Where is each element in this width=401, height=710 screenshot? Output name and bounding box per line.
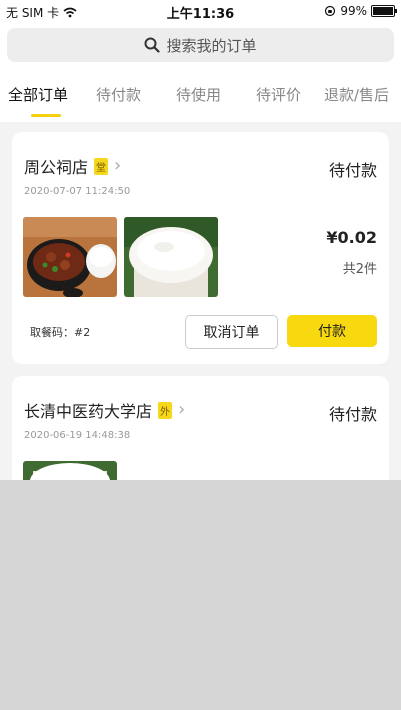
order-tabs: 全部订单 待付款 待使用 待评价 退款/售后 [0,78,401,122]
cancel-order-button[interactable]: 取消订单 [185,315,278,349]
order-time: 2020-07-07 11:24:50 [24,186,131,197]
order-list: 周公祠店 堂 › 待付款 2020-07-07 11:24:50 ¥0.02 共… [0,122,401,480]
search-placeholder: 搜索我的订单 [166,36,257,55]
battery-tip [395,9,397,13]
battery-percent: 99% [340,4,367,18]
order-time: 2020-06-19 14:48:38 [24,430,131,441]
battery-fill [373,7,393,15]
dine-in-tag: 堂 [94,157,109,175]
order-card[interactable]: 周公祠店 堂 › 待付款 2020-07-07 11:24:50 ¥0.02 共… [12,132,389,364]
delivery-tag: 外 [158,401,173,419]
chevron-right-icon: › [114,155,122,176]
order-card[interactable]: 长清中医药大学店 外 › 待付款 2020-06-19 14:48:38 [12,376,389,480]
food-image-rice[interactable] [23,461,117,480]
tab-to-use[interactable]: 待使用 [176,84,221,105]
pickup-code: 取餐码：#2 [30,326,91,339]
orientation-lock-icon [325,5,336,17]
store-name: 周公祠店 [24,158,89,177]
pay-button[interactable]: 付款 [287,315,377,347]
food-image-rice[interactable] [124,217,218,297]
store-row[interactable]: 周公祠店 堂 › [24,154,121,178]
active-tab-indicator [31,114,61,117]
chevron-right-icon: › [178,399,186,420]
item-count: 共2件 [342,262,377,277]
status-bar: 无 SIM 卡 上午11:36 99% [0,0,401,22]
store-name: 长清中医药大学店 [24,402,153,421]
search-input[interactable]: 搜索我的订单 [7,28,394,62]
tab-all-orders[interactable]: 全部订单 [8,84,68,105]
search-icon [144,37,161,53]
store-row[interactable]: 长清中医药大学店 外 › [24,398,185,422]
tab-to-review[interactable]: 待评价 [256,84,301,105]
battery-icon [371,5,397,17]
tab-refund-after-sale[interactable]: 退款/售后 [324,84,389,105]
tab-pending-payment[interactable]: 待付款 [96,84,141,105]
status-right: 99% [324,4,397,18]
order-price: ¥0.02 [326,228,377,247]
order-status: 待付款 [328,405,377,424]
food-image-braised-chicken[interactable] [23,217,117,297]
order-status: 待付款 [328,161,377,180]
header: 搜索我的订单 全部订单 待付款 待使用 待评价 退款/售后 [0,22,401,122]
